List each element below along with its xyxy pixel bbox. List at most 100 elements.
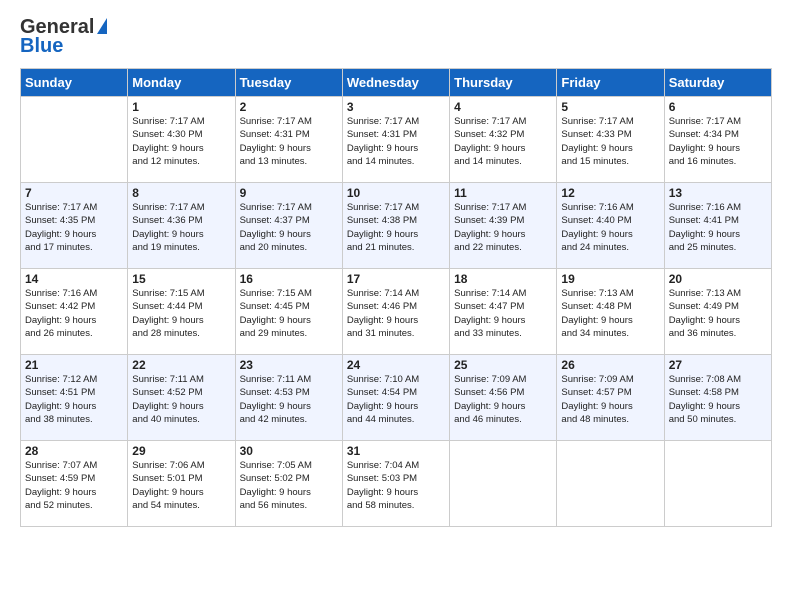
cell-details: Sunrise: 7:17 AM Sunset: 4:36 PM Dayligh…	[132, 201, 230, 254]
cell-details: Sunrise: 7:17 AM Sunset: 4:37 PM Dayligh…	[240, 201, 338, 254]
calendar-cell	[664, 441, 771, 527]
day-number: 24	[347, 358, 445, 372]
page: General Blue SundayMondayTuesdayWednesda…	[0, 0, 792, 612]
weekday-header-thursday: Thursday	[450, 69, 557, 97]
calendar-table: SundayMondayTuesdayWednesdayThursdayFrid…	[20, 68, 772, 527]
calendar-cell: 11Sunrise: 7:17 AM Sunset: 4:39 PM Dayli…	[450, 183, 557, 269]
cell-details: Sunrise: 7:07 AM Sunset: 4:59 PM Dayligh…	[25, 459, 123, 512]
cell-details: Sunrise: 7:17 AM Sunset: 4:32 PM Dayligh…	[454, 115, 552, 168]
day-number: 15	[132, 272, 230, 286]
calendar-cell: 1Sunrise: 7:17 AM Sunset: 4:30 PM Daylig…	[128, 97, 235, 183]
calendar-cell: 17Sunrise: 7:14 AM Sunset: 4:46 PM Dayli…	[342, 269, 449, 355]
calendar-cell: 8Sunrise: 7:17 AM Sunset: 4:36 PM Daylig…	[128, 183, 235, 269]
calendar-cell: 26Sunrise: 7:09 AM Sunset: 4:57 PM Dayli…	[557, 355, 664, 441]
day-number: 3	[347, 100, 445, 114]
cell-details: Sunrise: 7:06 AM Sunset: 5:01 PM Dayligh…	[132, 459, 230, 512]
calendar-cell: 3Sunrise: 7:17 AM Sunset: 4:31 PM Daylig…	[342, 97, 449, 183]
day-number: 18	[454, 272, 552, 286]
calendar-cell: 9Sunrise: 7:17 AM Sunset: 4:37 PM Daylig…	[235, 183, 342, 269]
calendar-cell: 24Sunrise: 7:10 AM Sunset: 4:54 PM Dayli…	[342, 355, 449, 441]
calendar-row: 1Sunrise: 7:17 AM Sunset: 4:30 PM Daylig…	[21, 97, 772, 183]
day-number: 31	[347, 444, 445, 458]
calendar-row: 7Sunrise: 7:17 AM Sunset: 4:35 PM Daylig…	[21, 183, 772, 269]
cell-details: Sunrise: 7:13 AM Sunset: 4:49 PM Dayligh…	[669, 287, 767, 340]
cell-details: Sunrise: 7:15 AM Sunset: 4:44 PM Dayligh…	[132, 287, 230, 340]
calendar-row: 21Sunrise: 7:12 AM Sunset: 4:51 PM Dayli…	[21, 355, 772, 441]
day-number: 8	[132, 186, 230, 200]
calendar-cell	[557, 441, 664, 527]
cell-details: Sunrise: 7:16 AM Sunset: 4:42 PM Dayligh…	[25, 287, 123, 340]
calendar-cell: 28Sunrise: 7:07 AM Sunset: 4:59 PM Dayli…	[21, 441, 128, 527]
day-number: 17	[347, 272, 445, 286]
calendar-cell: 30Sunrise: 7:05 AM Sunset: 5:02 PM Dayli…	[235, 441, 342, 527]
calendar-cell: 27Sunrise: 7:08 AM Sunset: 4:58 PM Dayli…	[664, 355, 771, 441]
cell-details: Sunrise: 7:17 AM Sunset: 4:31 PM Dayligh…	[240, 115, 338, 168]
day-number: 28	[25, 444, 123, 458]
calendar-cell: 16Sunrise: 7:15 AM Sunset: 4:45 PM Dayli…	[235, 269, 342, 355]
day-number: 22	[132, 358, 230, 372]
day-number: 2	[240, 100, 338, 114]
calendar-cell: 5Sunrise: 7:17 AM Sunset: 4:33 PM Daylig…	[557, 97, 664, 183]
day-number: 4	[454, 100, 552, 114]
calendar-cell: 18Sunrise: 7:14 AM Sunset: 4:47 PM Dayli…	[450, 269, 557, 355]
day-number: 5	[561, 100, 659, 114]
calendar-cell: 22Sunrise: 7:11 AM Sunset: 4:52 PM Dayli…	[128, 355, 235, 441]
day-number: 27	[669, 358, 767, 372]
calendar-cell: 2Sunrise: 7:17 AM Sunset: 4:31 PM Daylig…	[235, 97, 342, 183]
cell-details: Sunrise: 7:05 AM Sunset: 5:02 PM Dayligh…	[240, 459, 338, 512]
logo: General Blue	[20, 16, 107, 58]
calendar-cell: 14Sunrise: 7:16 AM Sunset: 4:42 PM Dayli…	[21, 269, 128, 355]
cell-details: Sunrise: 7:14 AM Sunset: 4:47 PM Dayligh…	[454, 287, 552, 340]
day-number: 29	[132, 444, 230, 458]
weekday-header-friday: Friday	[557, 69, 664, 97]
cell-details: Sunrise: 7:13 AM Sunset: 4:48 PM Dayligh…	[561, 287, 659, 340]
calendar-row: 14Sunrise: 7:16 AM Sunset: 4:42 PM Dayli…	[21, 269, 772, 355]
cell-details: Sunrise: 7:09 AM Sunset: 4:56 PM Dayligh…	[454, 373, 552, 426]
day-number: 20	[669, 272, 767, 286]
cell-details: Sunrise: 7:17 AM Sunset: 4:34 PM Dayligh…	[669, 115, 767, 168]
cell-details: Sunrise: 7:09 AM Sunset: 4:57 PM Dayligh…	[561, 373, 659, 426]
cell-details: Sunrise: 7:12 AM Sunset: 4:51 PM Dayligh…	[25, 373, 123, 426]
calendar-cell: 13Sunrise: 7:16 AM Sunset: 4:41 PM Dayli…	[664, 183, 771, 269]
day-number: 1	[132, 100, 230, 114]
day-number: 7	[25, 186, 123, 200]
calendar-cell: 4Sunrise: 7:17 AM Sunset: 4:32 PM Daylig…	[450, 97, 557, 183]
cell-details: Sunrise: 7:16 AM Sunset: 4:41 PM Dayligh…	[669, 201, 767, 254]
cell-details: Sunrise: 7:17 AM Sunset: 4:33 PM Dayligh…	[561, 115, 659, 168]
cell-details: Sunrise: 7:14 AM Sunset: 4:46 PM Dayligh…	[347, 287, 445, 340]
cell-details: Sunrise: 7:10 AM Sunset: 4:54 PM Dayligh…	[347, 373, 445, 426]
header: General Blue	[20, 16, 772, 58]
cell-details: Sunrise: 7:17 AM Sunset: 4:35 PM Dayligh…	[25, 201, 123, 254]
day-number: 14	[25, 272, 123, 286]
day-number: 21	[25, 358, 123, 372]
calendar-cell: 10Sunrise: 7:17 AM Sunset: 4:38 PM Dayli…	[342, 183, 449, 269]
calendar-cell: 15Sunrise: 7:15 AM Sunset: 4:44 PM Dayli…	[128, 269, 235, 355]
cell-details: Sunrise: 7:15 AM Sunset: 4:45 PM Dayligh…	[240, 287, 338, 340]
logo-triangle-icon	[97, 18, 107, 34]
day-number: 25	[454, 358, 552, 372]
calendar-cell: 6Sunrise: 7:17 AM Sunset: 4:34 PM Daylig…	[664, 97, 771, 183]
calendar-cell: 19Sunrise: 7:13 AM Sunset: 4:48 PM Dayli…	[557, 269, 664, 355]
cell-details: Sunrise: 7:11 AM Sunset: 4:52 PM Dayligh…	[132, 373, 230, 426]
cell-details: Sunrise: 7:16 AM Sunset: 4:40 PM Dayligh…	[561, 201, 659, 254]
calendar-cell: 23Sunrise: 7:11 AM Sunset: 4:53 PM Dayli…	[235, 355, 342, 441]
cell-details: Sunrise: 7:04 AM Sunset: 5:03 PM Dayligh…	[347, 459, 445, 512]
day-number: 30	[240, 444, 338, 458]
day-number: 16	[240, 272, 338, 286]
calendar-cell: 7Sunrise: 7:17 AM Sunset: 4:35 PM Daylig…	[21, 183, 128, 269]
calendar-cell: 20Sunrise: 7:13 AM Sunset: 4:49 PM Dayli…	[664, 269, 771, 355]
cell-details: Sunrise: 7:08 AM Sunset: 4:58 PM Dayligh…	[669, 373, 767, 426]
cell-details: Sunrise: 7:17 AM Sunset: 4:30 PM Dayligh…	[132, 115, 230, 168]
calendar-cell: 31Sunrise: 7:04 AM Sunset: 5:03 PM Dayli…	[342, 441, 449, 527]
weekday-header-tuesday: Tuesday	[235, 69, 342, 97]
day-number: 12	[561, 186, 659, 200]
day-number: 9	[240, 186, 338, 200]
calendar-cell: 12Sunrise: 7:16 AM Sunset: 4:40 PM Dayli…	[557, 183, 664, 269]
day-number: 13	[669, 186, 767, 200]
cell-details: Sunrise: 7:17 AM Sunset: 4:39 PM Dayligh…	[454, 201, 552, 254]
weekday-header-wednesday: Wednesday	[342, 69, 449, 97]
day-number: 26	[561, 358, 659, 372]
day-number: 6	[669, 100, 767, 114]
weekday-header-saturday: Saturday	[664, 69, 771, 97]
day-number: 19	[561, 272, 659, 286]
